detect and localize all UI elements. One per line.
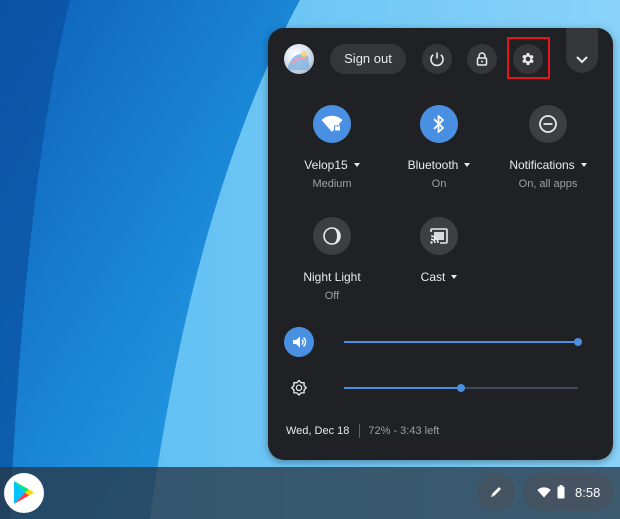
caret-down-icon: [464, 163, 471, 167]
tile-notifications: Notifications On, all apps: [493, 105, 603, 191]
stylus-tools-button[interactable]: [477, 473, 515, 511]
tile-network: Velop15 Medium: [277, 105, 387, 191]
settings-button[interactable]: [513, 44, 543, 74]
power-icon: [430, 52, 444, 67]
notifications-toggle[interactable]: [529, 105, 567, 143]
caret-down-icon: [580, 163, 587, 167]
network-label[interactable]: Velop15: [277, 157, 387, 173]
cast-icon: [430, 228, 448, 244]
collapse-button[interactable]: [566, 28, 598, 73]
battery-status: 72% - 3:43 left: [368, 425, 440, 437]
stylus-icon: [491, 487, 501, 497]
bluetooth-toggle[interactable]: [420, 105, 458, 143]
night-light-name: Night Light: [303, 270, 361, 284]
night-light-icon: [323, 227, 341, 245]
caret-down-icon: [353, 163, 360, 167]
date-label[interactable]: Wed, Dec 18: [286, 425, 349, 437]
bluetooth-label[interactable]: Bluetooth: [384, 157, 494, 173]
notifications-status: On, all apps: [518, 178, 578, 190]
play-store-button[interactable]: [4, 473, 44, 513]
brightness-slider[interactable]: [344, 384, 578, 392]
tile-bluetooth: Bluetooth On: [384, 105, 494, 191]
bluetooth-name: Bluetooth: [407, 158, 459, 172]
wifi-icon: [537, 486, 551, 497]
brightness-slider-row: [284, 373, 597, 403]
quick-settings-panel: Sign out Velop15 Medium Bluetooth On Not…: [268, 28, 613, 460]
night-light-status: Off: [324, 290, 340, 302]
network-status: Medium: [312, 178, 352, 190]
notifications-name: Notifications: [509, 158, 575, 172]
cast-toggle[interactable]: [420, 217, 458, 255]
footer-divider: [359, 424, 361, 438]
power-button[interactable]: [422, 44, 452, 74]
bluetooth-icon: [433, 115, 444, 133]
volume-slider-thumb[interactable]: [574, 338, 582, 346]
volume-slider-fill: [344, 341, 578, 343]
volume-mute-button[interactable]: [284, 327, 314, 357]
status-tray[interactable]: 8:58: [523, 473, 613, 511]
user-avatar[interactable]: [284, 44, 314, 74]
volume-icon: [293, 336, 307, 348]
do-not-disturb-icon: [539, 115, 557, 133]
night-light-label[interactable]: Night Light: [277, 269, 387, 285]
tile-cast: Cast: [384, 217, 494, 285]
lock-icon: [476, 52, 488, 66]
caret-down-icon: [451, 275, 458, 279]
night-light-toggle[interactable]: [313, 217, 351, 255]
brightness-button[interactable]: [284, 373, 314, 403]
clock: 8:58: [575, 484, 601, 500]
tile-night-light: Night Light Off: [277, 217, 387, 303]
network-name: Velop15: [304, 158, 348, 172]
quick-settings-footer: Wed, Dec 18 72% - 3:43 left: [286, 424, 439, 438]
brightness-slider-thumb[interactable]: [457, 384, 465, 392]
lock-button[interactable]: [467, 44, 497, 74]
volume-slider-row: [284, 327, 597, 357]
quick-settings-header: Sign out: [268, 28, 613, 92]
bluetooth-status: On: [431, 178, 447, 190]
volume-slider[interactable]: [344, 338, 582, 346]
cast-name: Cast: [420, 270, 446, 284]
notifications-label[interactable]: Notifications: [493, 157, 603, 173]
gear-icon: [522, 53, 534, 65]
brightness-icon: [291, 379, 307, 396]
network-toggle[interactable]: [313, 105, 351, 143]
cast-label[interactable]: Cast: [384, 269, 494, 285]
chevron-down-icon: [576, 56, 588, 64]
brightness-slider-fill: [344, 387, 461, 389]
wifi-locked-icon: [321, 115, 343, 132]
sign-out-button[interactable]: Sign out: [330, 44, 406, 74]
play-store-icon: [14, 481, 34, 504]
battery-icon: [557, 485, 565, 499]
